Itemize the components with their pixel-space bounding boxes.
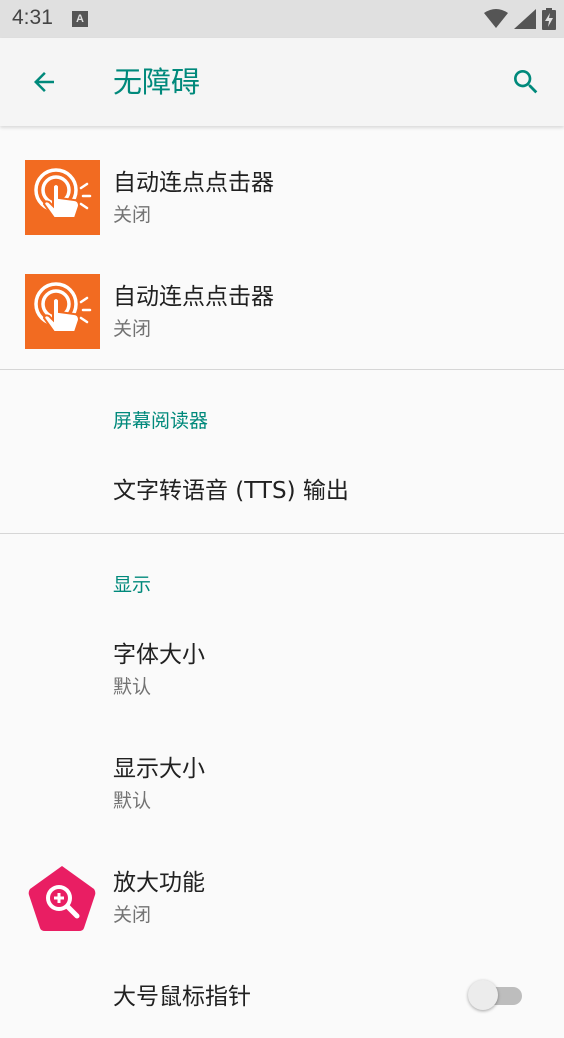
service-status: 关闭 <box>113 204 152 226</box>
toggle-thumb <box>468 980 498 1010</box>
search-icon <box>514 70 538 94</box>
service-item-auto-clicker-1[interactable]: 自动连点点击器 关闭 <box>0 126 564 240</box>
section-header-display: 显示 <box>113 574 152 596</box>
font-size-value: 默认 <box>113 676 152 698</box>
magnification-status: 关闭 <box>113 904 152 926</box>
tap-hand-icon <box>25 160 100 235</box>
page-title: 无障碍 <box>113 65 201 99</box>
search-button[interactable] <box>506 62 546 102</box>
tts-output-item[interactable]: 文字转语音 (TTS) 输出 <box>0 454 564 532</box>
display-size-item[interactable]: 显示大小 默认 <box>0 730 564 844</box>
app-bar: 无障碍 <box>0 38 564 126</box>
font-size-item[interactable]: 字体大小 默认 <box>0 616 564 730</box>
status-time: 4:31 <box>12 6 53 29</box>
arrow-left-icon <box>34 72 54 92</box>
settings-list: 自动连点点击器 关闭 自动连点点击器 关闭 屏幕阅读器 文字转语音 (TTS) … <box>0 126 564 1010</box>
back-button[interactable] <box>24 62 64 102</box>
status-icons <box>484 8 556 30</box>
display-size-title: 显示大小 <box>113 756 205 782</box>
large-pointer-toggle[interactable] <box>468 980 522 1010</box>
service-status: 关闭 <box>113 318 152 340</box>
service-title: 自动连点点击器 <box>113 284 274 310</box>
font-size-title: 字体大小 <box>113 642 205 668</box>
battery-charging-icon <box>542 8 556 30</box>
display-size-value: 默认 <box>113 790 152 812</box>
tap-hand-icon <box>25 274 100 349</box>
magnify-pentagon-icon <box>26 862 98 934</box>
section-header-screen-reader: 屏幕阅读器 <box>113 410 209 432</box>
large-pointer-title: 大号鼠标指针 <box>113 984 251 1010</box>
notification-a-icon: A <box>72 11 88 27</box>
divider <box>0 533 564 534</box>
status-bar: 4:31 A <box>0 0 564 38</box>
magnification-title: 放大功能 <box>113 870 205 896</box>
tts-output-title: 文字转语音 (TTS) 输出 <box>113 478 349 504</box>
signal-icon <box>514 9 536 29</box>
wifi-icon <box>484 9 508 28</box>
service-title: 自动连点点击器 <box>113 170 274 196</box>
divider <box>0 369 564 370</box>
service-item-auto-clicker-2[interactable]: 自动连点点击器 关闭 <box>0 240 564 354</box>
